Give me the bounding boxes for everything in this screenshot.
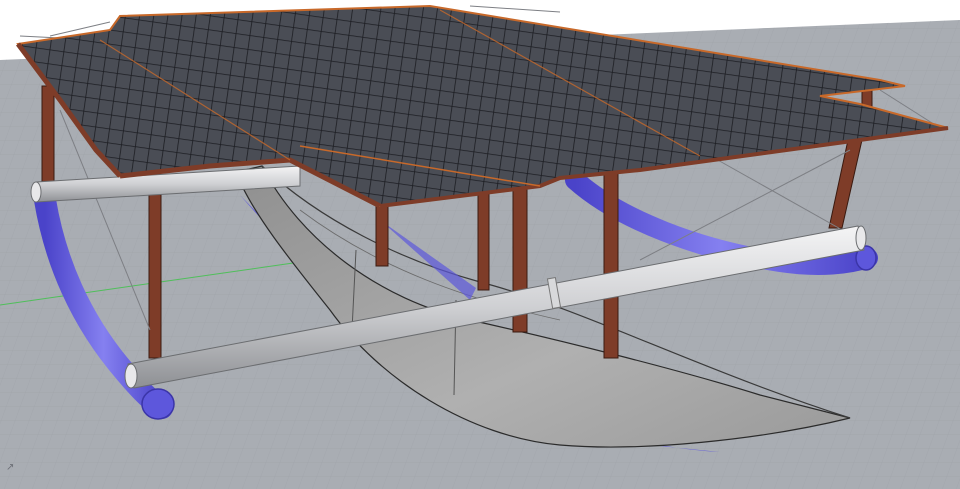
rendered-3d-viewport: ↗ bbox=[0, 0, 960, 489]
pipe-end bbox=[30, 181, 42, 203]
pipe-end bbox=[124, 363, 138, 389]
post bbox=[477, 189, 490, 291]
axis-gizmo: ↗ bbox=[6, 462, 14, 473]
post bbox=[41, 85, 55, 185]
boat-model-render: ↗ bbox=[0, 4, 960, 489]
post bbox=[148, 175, 162, 359]
post bbox=[603, 165, 619, 359]
post bbox=[375, 205, 389, 267]
pipe-end bbox=[855, 225, 867, 251]
